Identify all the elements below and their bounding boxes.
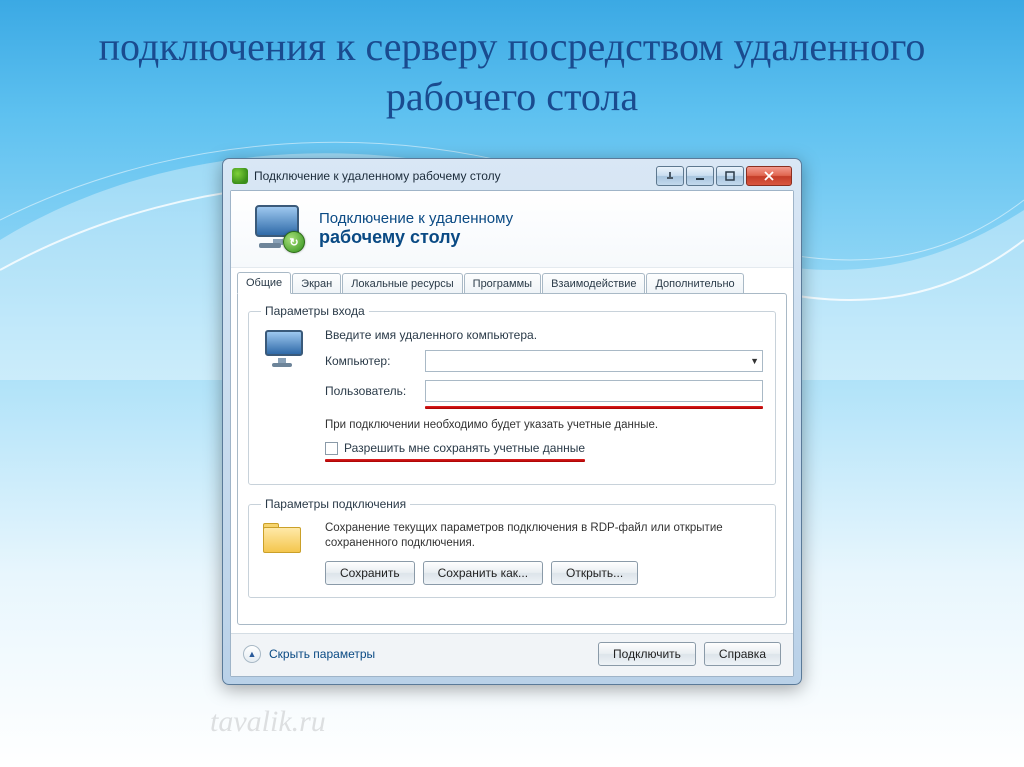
login-instruction: Введите имя удаленного компьютера.: [325, 328, 763, 342]
computer-icon: [261, 328, 309, 370]
banner-line2: рабочему столу: [319, 227, 513, 248]
conn-text: Сохранение текущих параметров подключени…: [325, 521, 763, 551]
connection-settings-group: Параметры подключения Сохранение текущих…: [248, 497, 776, 598]
annotation-underline-user: [425, 406, 763, 409]
open-button[interactable]: Открыть...: [551, 561, 638, 585]
computer-label: Компьютер:: [325, 354, 425, 368]
tab-general[interactable]: Общие: [237, 272, 291, 294]
annotation-underline-checkbox: [325, 459, 585, 462]
chevron-up-icon[interactable]: ▲: [243, 645, 261, 663]
close-button[interactable]: [746, 166, 792, 186]
save-creds-label: Разрешить мне сохранять учетные данные: [344, 441, 585, 455]
save-creds-checkbox[interactable]: [325, 442, 338, 455]
tab-advanced[interactable]: Дополнительно: [646, 273, 743, 294]
minimize-button[interactable]: [686, 166, 714, 186]
slide-title: подключения к серверу посредством удален…: [0, 0, 1024, 132]
save-as-button[interactable]: Сохранить как...: [423, 561, 543, 585]
tab-programs[interactable]: Программы: [464, 273, 541, 294]
login-legend: Параметры входа: [261, 304, 369, 318]
pin-button[interactable]: [656, 166, 684, 186]
banner-line1: Подключение к удаленному: [319, 210, 513, 227]
window-title: Подключение к удаленному рабочему столу: [254, 169, 654, 183]
user-label: Пользователь:: [325, 384, 425, 398]
rdp-banner-icon: ↻: [249, 205, 305, 253]
rdp-dialog: Подключение к удаленному рабочему столу: [222, 158, 802, 685]
maximize-button[interactable]: [716, 166, 744, 186]
user-input[interactable]: [425, 380, 763, 402]
tab-experience[interactable]: Взаимодействие: [542, 273, 645, 294]
rdp-icon: [232, 168, 248, 184]
folder-icon: [261, 521, 305, 557]
tab-display[interactable]: Экран: [292, 273, 341, 294]
titlebar[interactable]: Подключение к удаленному рабочему столу: [230, 166, 794, 190]
login-settings-group: Параметры входа Введите имя удаленного к…: [248, 304, 776, 485]
banner: ↻ Подключение к удаленному рабочему стол…: [231, 191, 793, 267]
tabs: Общие Экран Локальные ресурсы Программы …: [231, 267, 793, 293]
hide-options-link[interactable]: Скрыть параметры: [269, 647, 375, 661]
save-button[interactable]: Сохранить: [325, 561, 415, 585]
help-button[interactable]: Справка: [704, 642, 781, 666]
tab-local[interactable]: Локальные ресурсы: [342, 273, 462, 294]
dialog-footer: ▲ Скрыть параметры Подключить Справка: [231, 633, 793, 676]
login-help: При подключении необходимо будет указать…: [325, 419, 763, 431]
conn-legend: Параметры подключения: [261, 497, 410, 511]
connect-button[interactable]: Подключить: [598, 642, 696, 666]
watermark: tavalik.ru: [210, 705, 326, 739]
computer-input[interactable]: [425, 350, 763, 372]
